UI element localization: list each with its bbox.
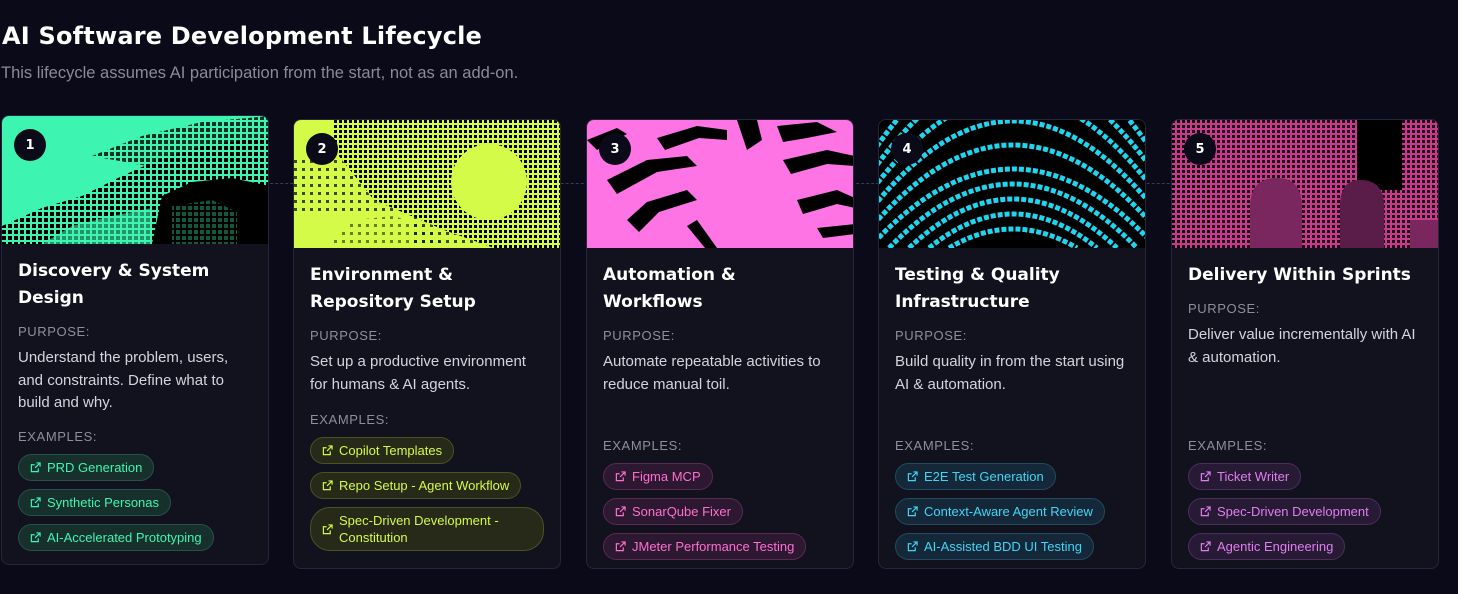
examples-list: Ticket Writer Spec-Driven Development Ag… <box>1188 463 1422 560</box>
example-label: PRD Generation <box>47 459 143 475</box>
examples-label: EXAMPLES: <box>603 438 683 453</box>
stage-5-artwork: 5 <box>1172 120 1438 248</box>
example-label: Copilot Templates <box>339 443 443 458</box>
example-label: AI-Assisted BDD UI Testing <box>924 539 1082 554</box>
examples-list: Figma MCP SonarQube Fixer JMeter Perform… <box>603 463 837 560</box>
example-label: AI-Accelerated Prototyping <box>47 529 202 545</box>
stage-card-2: 2 Environment & Repository Setup PURPOSE… <box>293 119 561 569</box>
external-link-icon <box>30 531 41 542</box>
external-link-icon <box>615 541 626 552</box>
purpose-label: PURPOSE: <box>895 328 967 343</box>
example-link-jmeter-performance-testing[interactable]: JMeter Performance Testing <box>603 533 807 560</box>
external-link-icon <box>907 541 918 552</box>
examples-list: E2E Test Generation Context-Aware Agent … <box>895 463 1129 560</box>
purpose-text: Understand the problem, users, and const… <box>18 349 229 411</box>
stage-card-1: 1 Discovery & System Design PURPOSE: Und… <box>1 115 269 565</box>
stage-card-5: 5 Delivery Within Sprints PURPOSE: Deliv… <box>1171 119 1439 569</box>
external-link-icon <box>322 523 333 534</box>
stage-title: Environment & Repository Setup <box>310 265 476 312</box>
example-link-ai-accelerated-prototyping[interactable]: AI-Accelerated Prototyping <box>18 523 214 551</box>
purpose-label: PURPOSE: <box>1188 301 1260 316</box>
example-label: Spec-Driven Development - Constitution <box>339 513 499 545</box>
external-link-icon <box>615 471 626 482</box>
external-link-icon <box>615 506 626 517</box>
examples-label: EXAMPLES: <box>18 428 98 444</box>
example-label: Context-Aware Agent Review <box>924 504 1093 519</box>
purpose-text: Set up a productive environment for huma… <box>310 353 526 393</box>
example-label: Repo Setup - Agent Workflow <box>339 478 510 493</box>
example-link-prd-generation[interactable]: PRD Generation <box>18 453 155 481</box>
page-subtitle: This lifecycle assumes AI participation … <box>1 64 519 82</box>
example-label: Spec-Driven Development <box>1217 504 1369 519</box>
examples-label: EXAMPLES: <box>895 438 975 453</box>
step-number-badge: 2 <box>306 133 338 165</box>
example-label: JMeter Performance Testing <box>632 539 795 554</box>
purpose-text: Deliver value incrementally with AI & au… <box>1188 326 1416 366</box>
stage-4-artwork: 4 <box>879 120 1145 248</box>
external-link-icon <box>30 496 41 507</box>
example-link-e2e-test-generation[interactable]: E2E Test Generation <box>895 463 1056 490</box>
example-label: Figma MCP <box>632 469 701 484</box>
purpose-label: PURPOSE: <box>310 328 382 343</box>
step-number-badge: 3 <box>599 133 631 165</box>
external-link-icon <box>322 480 333 491</box>
external-link-icon <box>1200 471 1211 482</box>
purpose-label: PURPOSE: <box>18 324 90 339</box>
example-label: Synthetic Personas <box>47 494 160 510</box>
stage-card-3: 3 Automation & Workflows PURPOSE: Automa… <box>586 119 854 569</box>
example-link-spec-driven-development-constitution[interactable]: Spec-Driven Development - Constitution <box>310 507 544 551</box>
stage-title: Discovery & System Design <box>18 261 210 308</box>
example-label: E2E Test Generation <box>924 469 1044 484</box>
example-link-ticket-writer[interactable]: Ticket Writer <box>1188 463 1302 490</box>
external-link-icon <box>1200 541 1211 552</box>
example-link-context-aware-agent-review[interactable]: Context-Aware Agent Review <box>895 498 1105 525</box>
example-link-figma-mcp[interactable]: Figma MCP <box>603 463 713 490</box>
external-link-icon <box>907 506 918 517</box>
stage-title: Testing & Quality Infrastructure <box>895 265 1060 312</box>
examples-label: EXAMPLES: <box>1188 438 1268 453</box>
step-number-badge: 1 <box>14 129 46 161</box>
stage-title: Delivery Within Sprints <box>1188 265 1411 285</box>
purpose-label: PURPOSE: <box>603 328 675 343</box>
stage-2-artwork: 2 <box>294 120 560 248</box>
example-link-spec-driven-development[interactable]: Spec-Driven Development <box>1188 498 1381 525</box>
external-link-icon <box>322 445 333 456</box>
example-label: Ticket Writer <box>1217 469 1290 484</box>
step-number-badge: 5 <box>1184 133 1216 165</box>
step-number-badge: 4 <box>891 133 923 165</box>
purpose-text: Build quality in from the start using AI… <box>895 353 1125 393</box>
example-link-synthetic-personas[interactable]: Synthetic Personas <box>18 488 172 516</box>
example-label: Agentic Engineering <box>1217 539 1334 554</box>
external-link-icon <box>30 461 41 472</box>
example-label: SonarQube Fixer <box>632 504 731 519</box>
example-link-agentic-engineering[interactable]: Agentic Engineering <box>1188 533 1346 560</box>
examples-list: Copilot Templates Repo Setup - Agent Wor… <box>310 437 544 551</box>
stage-3-artwork: 3 <box>587 120 853 248</box>
example-link-copilot-templates[interactable]: Copilot Templates <box>310 437 455 464</box>
examples-label: EXAMPLES: <box>310 412 390 427</box>
external-link-icon <box>907 471 918 482</box>
examples-list: PRD Generation Synthetic Personas AI-Acc… <box>18 453 252 551</box>
stage-title: Automation & Workflows <box>603 265 736 312</box>
stage-1-artwork: 1 <box>2 116 268 244</box>
external-link-icon <box>1200 506 1211 517</box>
purpose-text: Automate repeatable activities to reduce… <box>603 353 821 393</box>
example-link-sonarqube-fixer[interactable]: SonarQube Fixer <box>603 498 743 525</box>
stage-card-4: 4 Testing & Quality Infrastructure PURPO… <box>878 119 1146 569</box>
example-link-repo-setup-agent-workflow[interactable]: Repo Setup - Agent Workflow <box>310 472 522 499</box>
example-link-ai-assisted-bdd-ui-testing[interactable]: AI-Assisted BDD UI Testing <box>895 533 1094 560</box>
page-title: AI Software Development Lifecycle <box>2 22 483 50</box>
